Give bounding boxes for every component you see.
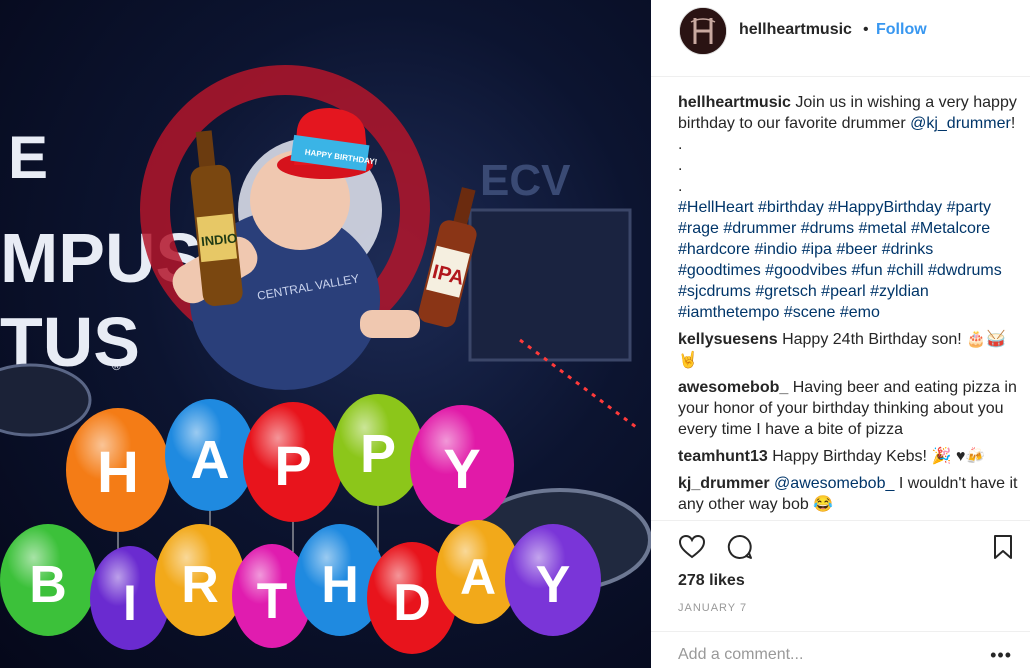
follow-button[interactable]: Follow bbox=[876, 21, 927, 39]
balloon-letter: Y bbox=[536, 556, 571, 614]
comment: kellysuesens Happy 24th Birthday son! 🎂🥁… bbox=[678, 329, 1020, 371]
balloon-letter: A bbox=[191, 430, 230, 490]
balloon-letter: A bbox=[460, 549, 496, 605]
balloon-letter: I bbox=[123, 575, 137, 631]
balloon-letter: T bbox=[257, 573, 288, 629]
caption-dot: . bbox=[678, 178, 683, 195]
caption-username[interactable]: hellheartmusic bbox=[678, 94, 791, 111]
post-author-username[interactable]: hellheartmusic bbox=[739, 21, 852, 39]
heart-icon bbox=[678, 534, 706, 559]
comment-username[interactable]: teamhunt13 bbox=[678, 448, 768, 465]
balloons-birthday: B I R T H D A Y bbox=[0, 520, 601, 654]
comment-mention[interactable]: @awesomebob_ bbox=[774, 475, 894, 492]
avatar[interactable] bbox=[679, 7, 727, 55]
comment: awesomebob_ Having beer and eating pizza… bbox=[678, 377, 1020, 440]
post-date: JANUARY 7 bbox=[678, 602, 748, 614]
balloon-letter: P bbox=[360, 424, 396, 484]
post-image[interactable]: E MPUS TUS ® ECV CENTRAL VALLEY HAPPY BI… bbox=[0, 0, 651, 668]
post-actions: 278 likes JANUARY 7 ••• bbox=[651, 520, 1030, 669]
balloon-letter: H bbox=[321, 556, 359, 614]
comment-username[interactable]: kj_drummer bbox=[678, 475, 770, 492]
add-comment-input[interactable] bbox=[678, 646, 958, 664]
comment: kj_drummer @awesomebob_ I wouldn't have … bbox=[678, 473, 1020, 515]
likes-count[interactable]: 278 likes bbox=[678, 572, 745, 590]
balloon-letter: H bbox=[97, 440, 139, 505]
caption: hellheartmusic Join us in wishing a very… bbox=[678, 92, 1020, 323]
comment-button[interactable] bbox=[726, 533, 754, 561]
like-button[interactable] bbox=[678, 533, 706, 561]
wall-text-1: E bbox=[8, 124, 48, 191]
comment-bubble-icon bbox=[727, 534, 752, 559]
balloon-letter: P bbox=[274, 434, 311, 497]
wall-text-4: ECV bbox=[480, 156, 571, 205]
balloon-letter: D bbox=[393, 574, 431, 632]
comment-text: Happy Birthday Kebs! 🎉 ♥🍻 bbox=[772, 448, 986, 465]
post-header: hellheartmusic • Follow bbox=[651, 0, 1030, 77]
more-options-icon[interactable]: ••• bbox=[990, 646, 1012, 664]
caption-dot: . bbox=[678, 157, 683, 174]
bookmark-icon bbox=[994, 535, 1012, 559]
balloon-letter: Y bbox=[443, 437, 480, 500]
separator-dot: • bbox=[863, 21, 869, 38]
save-button[interactable] bbox=[989, 533, 1017, 561]
comments-list[interactable]: hellheartmusic Join us in wishing a very… bbox=[678, 92, 1020, 521]
post-sidebar: hellheartmusic • Follow hellheartmusic J… bbox=[651, 0, 1030, 668]
post-image-art: E MPUS TUS ® ECV CENTRAL VALLEY HAPPY BI… bbox=[0, 65, 651, 654]
add-comment-bar: ••• bbox=[651, 631, 1030, 670]
caption-mention[interactable]: @kj_drummer bbox=[910, 115, 1011, 132]
balloon-letter: R bbox=[181, 556, 219, 614]
avatar-logo-icon bbox=[680, 8, 726, 54]
comment: teamhunt13 Happy Birthday Kebs! 🎉 ♥🍻 bbox=[678, 446, 1020, 467]
balloon-letter: B bbox=[29, 556, 67, 614]
comment-username[interactable]: awesomebob_ bbox=[678, 379, 788, 396]
caption-hashtags[interactable]: #HellHeart #birthday #HappyBirthday #par… bbox=[678, 199, 1002, 321]
registered-mark: ® bbox=[112, 359, 121, 373]
comment-username[interactable]: kellysuesens bbox=[678, 331, 778, 348]
